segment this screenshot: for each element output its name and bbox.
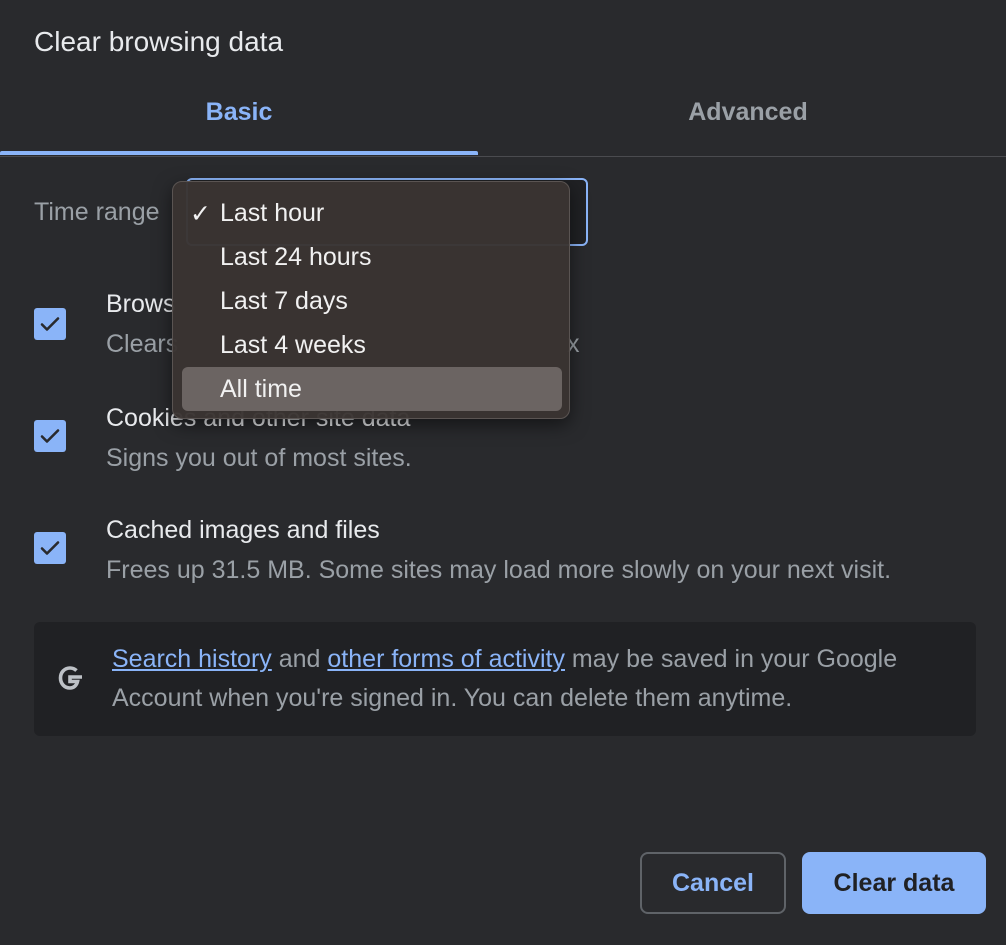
time-range-option-last-7-days[interactable]: Last 7 days (182, 279, 562, 323)
other-activity-link[interactable]: other forms of activity (327, 645, 565, 673)
browsing-history-checkbox[interactable] (34, 308, 66, 340)
option-title: Cached images and files (106, 516, 380, 544)
check-icon: ✓ (190, 200, 211, 228)
time-range-option-last-24-hours[interactable]: Last 24 hours (182, 235, 562, 279)
clear-data-button[interactable]: Clear data (802, 852, 986, 914)
option-description: Clears (106, 330, 179, 358)
cached-images-checkbox[interactable] (34, 532, 66, 564)
clear-browsing-data-dialog: Clear browsing data Basic Advanced Time … (0, 0, 1006, 945)
search-history-link[interactable]: Search history (112, 645, 272, 673)
notice-text-part: and (271, 645, 328, 673)
cancel-button[interactable]: Cancel (640, 852, 786, 914)
cookies-checkbox[interactable] (34, 420, 66, 452)
option-label: Last 4 weeks (220, 331, 366, 359)
option-description: Signs you out of most sites. (106, 444, 412, 472)
time-range-label: Time range (34, 198, 160, 226)
checkmark-icon (40, 429, 60, 443)
option-label: Last 7 days (220, 287, 348, 315)
google-activity-notice: Search history and other forms of activi… (34, 622, 976, 736)
checkmark-icon (40, 541, 60, 555)
checkmark-icon (40, 317, 60, 331)
option-label: All time (220, 375, 302, 403)
time-range-option-last-4-weeks[interactable]: Last 4 weeks (182, 323, 562, 367)
option-label: Last hour (220, 199, 325, 227)
active-tab-indicator (0, 151, 478, 155)
time-range-dropdown-menu: ✓ Last hour Last 24 hours Last 7 days La… (172, 181, 570, 419)
notice-text: Search history and other forms of activi… (112, 640, 952, 718)
google-g-icon (58, 666, 82, 690)
dialog-title: Clear browsing data (34, 26, 284, 57)
time-range-option-all-time[interactable]: All time (182, 367, 562, 411)
tab-bar: Basic Advanced (0, 90, 1006, 157)
option-cached-images: Cached images and files Frees up 31.5 MB… (34, 514, 974, 594)
time-range-option-last-hour[interactable]: ✓ Last hour (182, 191, 562, 235)
tab-basic[interactable]: Basic (0, 90, 478, 154)
option-title: Brows (106, 290, 176, 318)
option-label: Last 24 hours (220, 243, 372, 271)
option-description: Frees up 31.5 MB. Some sites may load mo… (106, 556, 892, 584)
tab-advanced[interactable]: Advanced (494, 90, 1002, 154)
